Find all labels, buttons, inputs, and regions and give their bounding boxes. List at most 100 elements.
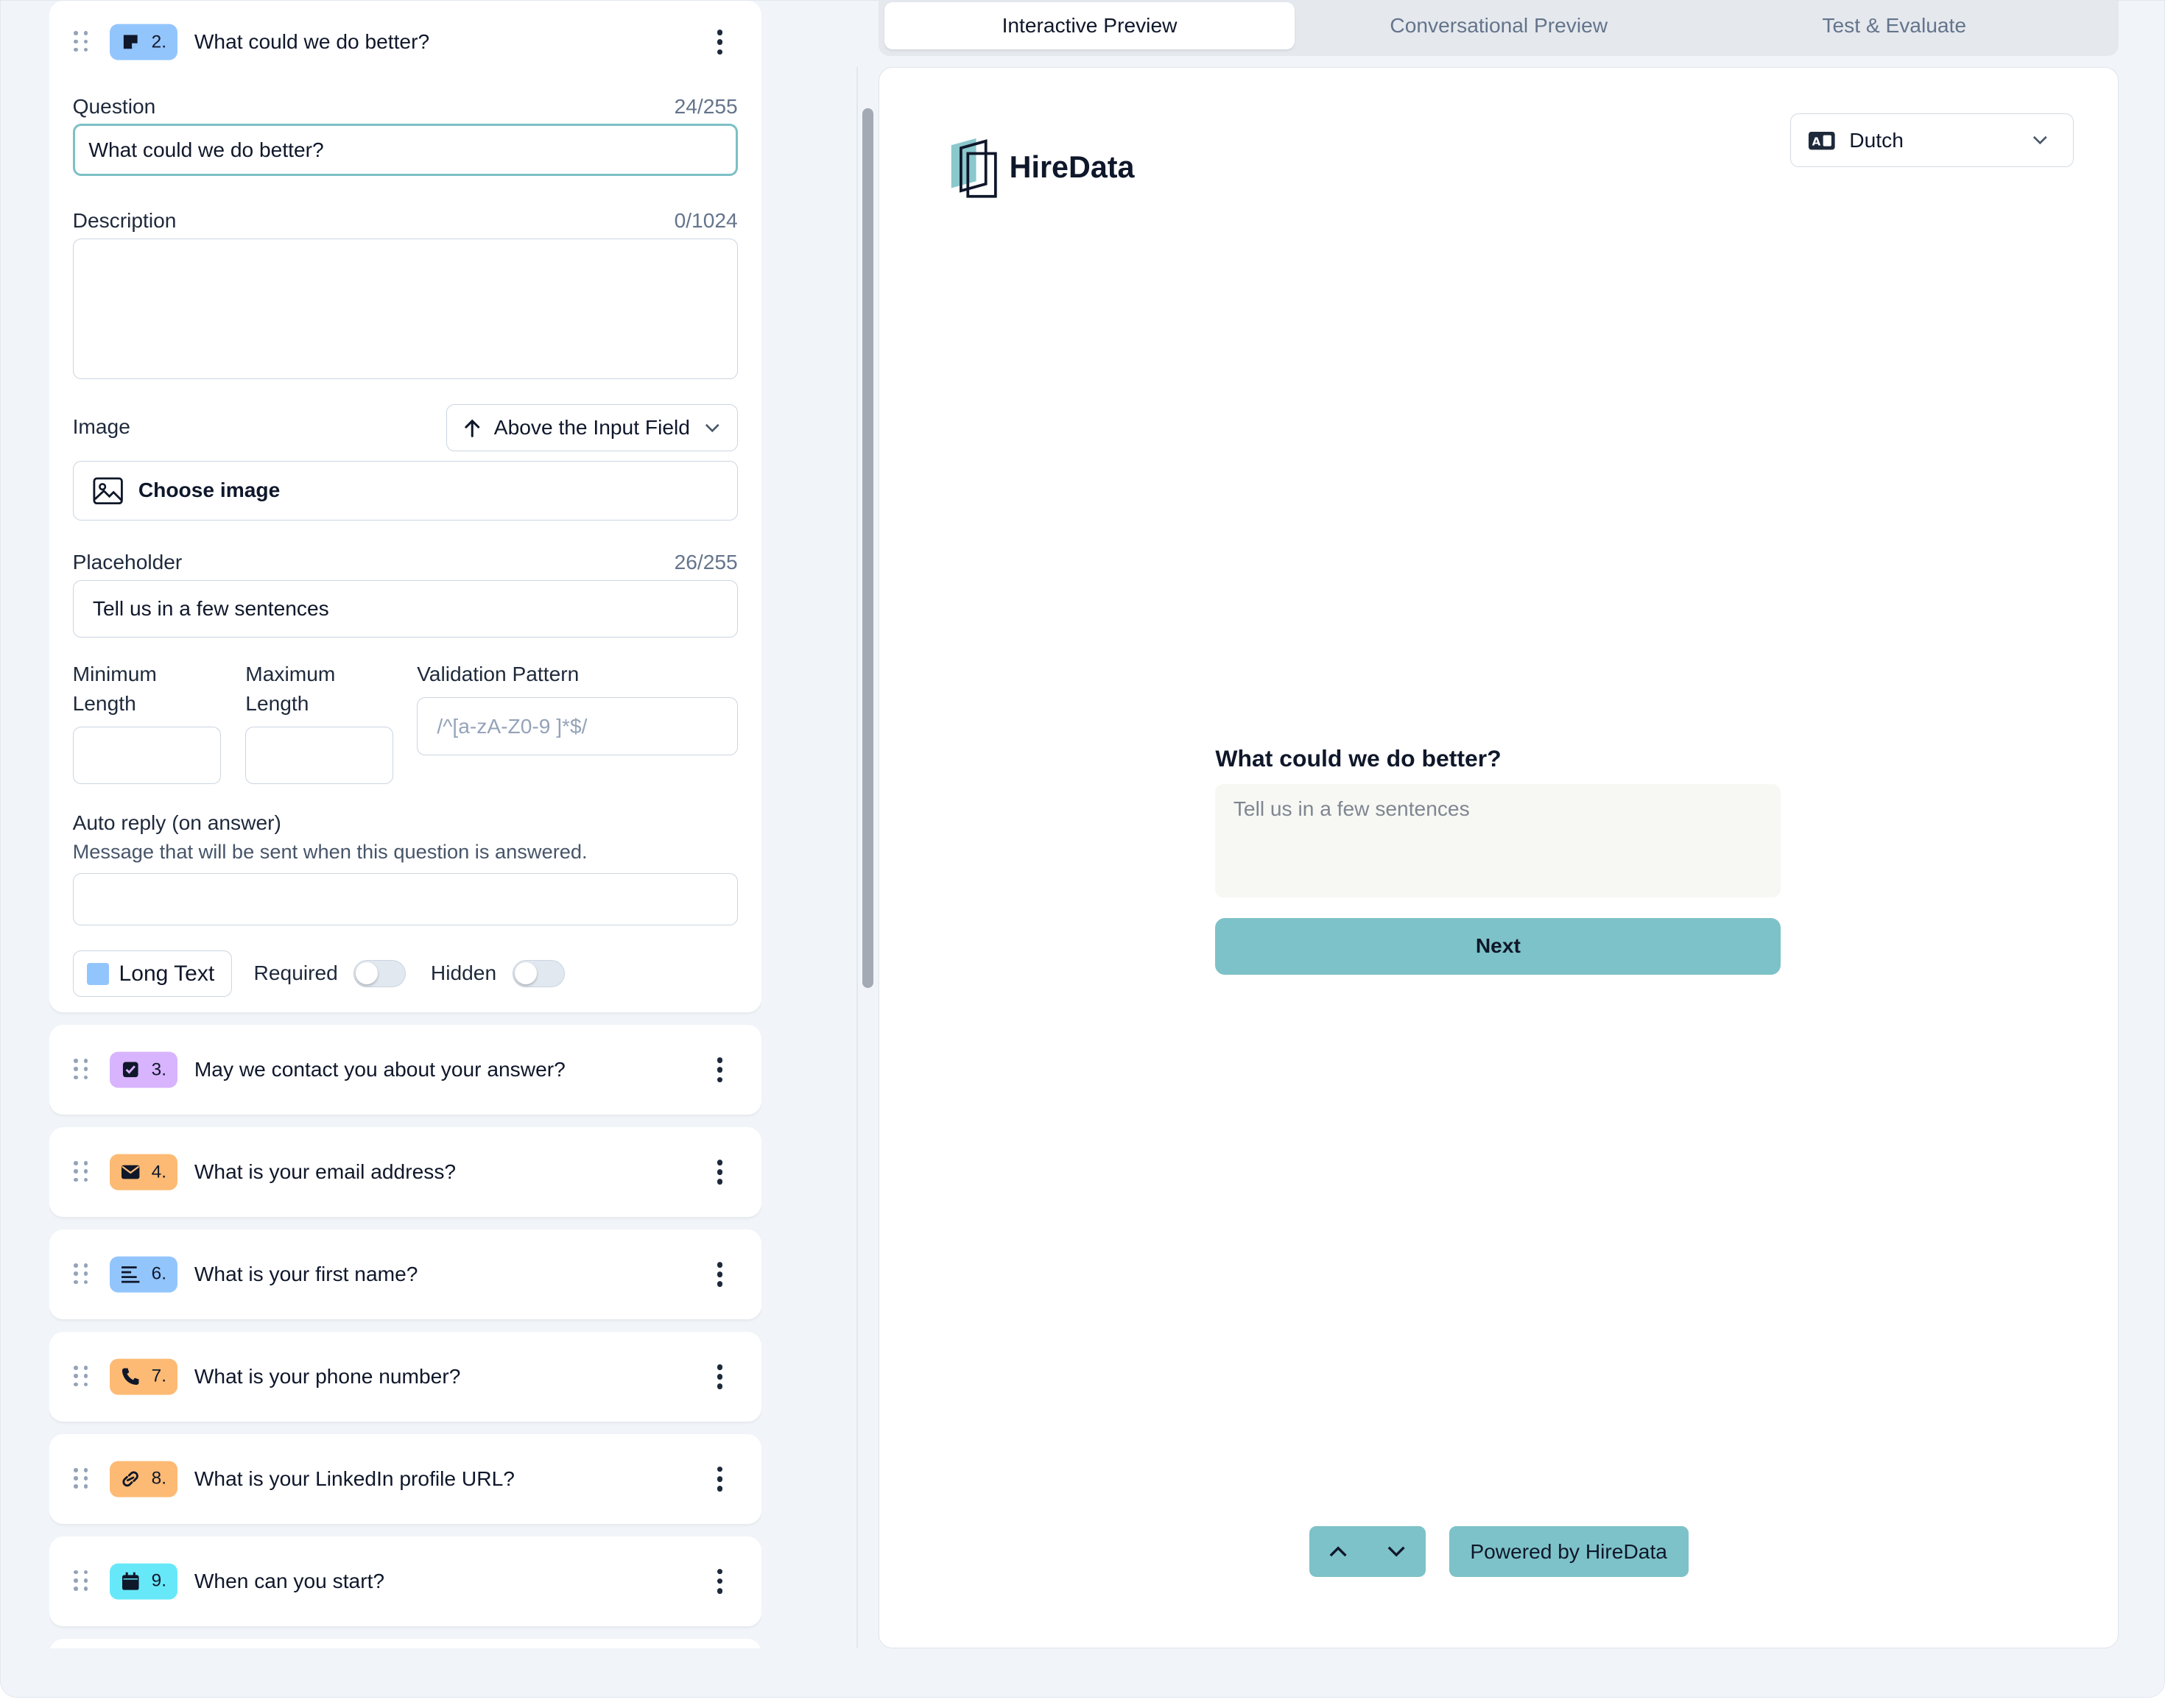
more-options-icon[interactable]	[716, 1568, 724, 1594]
chevron-down-icon	[2032, 136, 2047, 145]
question-card-title: May we contact you about your answer?	[194, 1058, 566, 1081]
drag-handle-icon[interactable]	[74, 1570, 91, 1592]
question-card-header[interactable]: 9. When can you start?	[49, 1536, 761, 1626]
more-options-icon[interactable]	[716, 1262, 724, 1287]
hidden-toggle[interactable]	[512, 959, 565, 988]
envelope-icon	[121, 1162, 140, 1182]
question-card-title: What is your LinkedIn profile URL?	[194, 1467, 515, 1490]
drag-handle-icon[interactable]	[74, 1161, 91, 1183]
question-card-title: When can you start?	[194, 1569, 385, 1592]
preview-answer-textarea[interactable]: Tell us in a few sentences	[1215, 783, 1781, 897]
min-length-input[interactable]	[72, 726, 221, 785]
more-options-icon[interactable]	[716, 1057, 724, 1083]
required-toggle[interactable]	[353, 959, 406, 988]
preview-question: What could we do better?	[1215, 745, 1502, 772]
more-options-icon[interactable]	[716, 29, 724, 55]
question-card-header[interactable]: 3. May we contact you about your answer?	[49, 1025, 761, 1115]
brand-logo: HireData	[948, 137, 1135, 198]
powered-by-link[interactable]: Powered by HireData	[1449, 1525, 1689, 1578]
question-card-title: What is your email address?	[194, 1160, 457, 1184]
auto-reply-help: Message that will be sent when this ques…	[72, 839, 588, 863]
question-number: 7.	[151, 1366, 166, 1386]
more-options-icon[interactable]	[716, 1364, 724, 1389]
calendar-icon	[121, 1572, 140, 1591]
chevron-down-icon	[705, 423, 719, 432]
drag-handle-icon[interactable]	[74, 1059, 91, 1081]
drag-handle-icon[interactable]	[74, 31, 91, 53]
arrow-up-icon	[464, 419, 479, 437]
required-label: Required	[253, 961, 338, 984]
previous-question-button[interactable]	[1309, 1526, 1368, 1577]
question-number: 9.	[151, 1570, 166, 1591]
question-card-title: What is your first name?	[194, 1263, 418, 1286]
question-editor: Question 24/255 What could we do better?…	[49, 88, 761, 1022]
question-card-title: What could we do better?	[194, 30, 430, 54]
next-question-button[interactable]	[1368, 1526, 1426, 1577]
question-card-header[interactable]: 8. What is your LinkedIn profile URL?	[49, 1434, 761, 1524]
tab-conversational-preview[interactable]: Conversational Preview	[1295, 2, 1703, 49]
question-type-badge: 3.	[110, 1051, 177, 1088]
drag-handle-icon[interactable]	[74, 1365, 91, 1388]
auto-reply-label: Auto reply (on answer)	[72, 811, 281, 835]
max-length-label: Maximum Length	[245, 663, 336, 715]
more-options-icon[interactable]	[716, 1160, 724, 1185]
more-options-icon[interactable]	[716, 1467, 724, 1492]
question-card[interactable]: 3. May we contact you about your answer?	[49, 1025, 761, 1115]
choose-image-button[interactable]: Choose image	[72, 461, 738, 520]
question-number: 8.	[151, 1468, 166, 1489]
question-card-header[interactable]: 6. What is your first name?	[49, 1229, 761, 1319]
long-text-icon	[121, 32, 140, 52]
max-length-input[interactable]	[245, 726, 394, 785]
min-length-label: Minimum Length	[72, 663, 157, 715]
placeholder-label: Placeholder	[72, 551, 183, 574]
question-type-button[interactable]: Long Text	[72, 950, 232, 998]
question-card[interactable]: 4. What is your email address?	[49, 1127, 761, 1218]
question-card[interactable]: 6. What is your first name?	[49, 1229, 761, 1320]
image-label: Image	[72, 415, 130, 439]
validation-pattern-input[interactable]: /^[a-zA-Z0-9 ]*$/	[417, 697, 738, 755]
question-label: Question	[72, 94, 156, 118]
next-button[interactable]: Next	[1215, 917, 1781, 975]
collapsed-question-list: 3. May we contact you about your answer? 4…	[49, 1025, 761, 1648]
question-card-header[interactable]: 4. What is your email address?	[49, 1127, 761, 1217]
placeholder-input[interactable]: Tell us in a few sentences	[72, 579, 738, 638]
image-icon	[93, 477, 123, 504]
preview-tabs: Interactive Preview Conversational Previ…	[879, 1, 2119, 57]
long-text-icon	[87, 962, 110, 985]
description-label: Description	[72, 209, 177, 233]
question-card-partial[interactable]	[49, 1638, 761, 1648]
short-text-icon	[121, 1265, 140, 1284]
tab-test-evaluate[interactable]: Test & Evaluate	[1703, 2, 2086, 49]
svg-text:A: A	[1812, 135, 1821, 148]
tab-interactive-preview[interactable]: Interactive Preview	[884, 1, 1295, 49]
drag-handle-icon[interactable]	[74, 1467, 91, 1490]
question-card-title: What is your phone number?	[194, 1365, 461, 1388]
brand-name: HireData	[1009, 149, 1135, 184]
question-input[interactable]: What could we do better?	[72, 124, 738, 177]
question-card[interactable]: 8. What is your LinkedIn profile URL?	[49, 1433, 761, 1524]
hidden-label: Hidden	[430, 961, 497, 984]
question-type-badge: 6.	[110, 1256, 177, 1293]
question-card-active: 2. What could we do better? Question 24/…	[49, 1, 761, 1013]
language-icon: A	[1808, 131, 1835, 149]
question-type-badge: 9.	[110, 1563, 177, 1600]
language-select[interactable]: A Dutch	[1790, 113, 2074, 168]
question-list[interactable]: 2. What could we do better? Question 24/…	[49, 1, 761, 1648]
question-card[interactable]: 7. What is your phone number?	[49, 1331, 761, 1422]
description-textarea[interactable]	[72, 238, 738, 380]
description-char-count: 0/1024	[674, 209, 738, 233]
question-card[interactable]: 9. When can you start?	[49, 1536, 761, 1626]
question-card-header[interactable]: 2. What could we do better?	[49, 1, 761, 84]
question-card-header[interactable]: 7. What is your phone number?	[49, 1332, 761, 1422]
auto-reply-input[interactable]	[72, 872, 738, 925]
question-number: 2.	[151, 32, 166, 52]
drag-handle-icon[interactable]	[74, 1263, 91, 1285]
image-position-select[interactable]: Above the Input Field	[446, 404, 738, 451]
editor-scroll-track	[856, 67, 859, 1648]
phone-icon	[121, 1367, 140, 1386]
question-type-badge: 2.	[110, 24, 177, 60]
interactive-preview: HireData A Dutch What could we do better…	[879, 67, 2119, 1648]
link-icon	[121, 1469, 140, 1489]
question-type-badge: 7.	[110, 1358, 177, 1395]
editor-scrollbar[interactable]	[862, 108, 873, 988]
